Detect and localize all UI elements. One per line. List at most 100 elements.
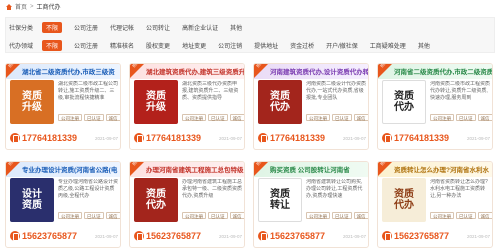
thumbnail-line-1: 资质 xyxy=(22,91,42,102)
card-description: 河南省资质转让怎么办理?水利水电工程施工资质转让,另一种办法 xyxy=(430,179,488,199)
card-description: 专业办理河南省公路设计资质乙级,公路工程设计资质丙级,全程代办 xyxy=(58,179,118,199)
post-date: 2021-09-07 xyxy=(218,135,242,141)
filter-option[interactable]: 公司注销 xyxy=(218,41,242,50)
filter-option[interactable]: 地址变更 xyxy=(182,41,206,50)
thumbnail-line-1: 资质 xyxy=(270,91,290,102)
filter-option[interactable]: 高新企业认证 xyxy=(182,23,218,32)
post-date: 2021-09-07 xyxy=(218,233,242,239)
card-tags: 公司注册 已认证 诚信 xyxy=(430,212,492,219)
thumbnail-line-2: 资质 xyxy=(22,200,42,211)
filter-option[interactable]: 精准核名 xyxy=(110,41,134,50)
phone-number[interactable]: 17764181339 xyxy=(270,133,325,143)
card-description: 河南资质二级市政工程资质代办转让,资质升二级资质,快速办理,服务周到 xyxy=(430,81,490,101)
tag-trusted: 诚信 xyxy=(229,212,244,219)
phone-icon xyxy=(258,231,268,241)
tag-verified: 已认证 xyxy=(84,212,104,219)
filter-option[interactable]: 提供地址 xyxy=(254,41,278,50)
card-title[interactable]: 湖北省二级资质代办,市政三级资 xyxy=(20,68,120,77)
filter-option-unlimited[interactable]: 不限 xyxy=(42,39,63,51)
phone-icon xyxy=(134,231,144,241)
card-tags: 公司注册 已认证 诚信 xyxy=(58,212,120,219)
filter-row-domain: 代办领域 不限 公司注册 精准核名 股权变更 地址变更 公司注销 提供地址 资金… xyxy=(6,36,494,54)
post-date: 2021-09-07 xyxy=(466,233,490,239)
card-description: 湖北资质三级代办资质申报,建筑资质升二、三级资质、资质提供指导 xyxy=(182,81,239,101)
card-body: 资质 代办 河南省资质转让怎么办理?水利水电工程施工资质转让,另一种办法 公司注… xyxy=(382,178,492,224)
thumbnail-line-2: 代办 xyxy=(394,200,414,211)
card-thumbnail[interactable]: 资质 代办 xyxy=(382,80,426,124)
phone-icon xyxy=(382,231,392,241)
filter-option[interactable]: 其他 xyxy=(418,41,430,50)
service-card[interactable]: 热门 湖北建筑资质代办,建筑三级资质升 资质 升级 湖北资质三级代办资质申报,建… xyxy=(129,63,245,150)
card-title[interactable]: 河南建筑资质代办,设计资质代办转让 xyxy=(268,68,368,77)
service-card[interactable]: 热门 河南建筑资质代办,设计资质代办转让 资质 代办 河南资质二级设计代办资质代… xyxy=(253,63,369,150)
card-body: 资质 转让 河南省建筑转让公司购买,办理公司转让,工程资质代办,资质办理快速 公… xyxy=(258,178,368,224)
filter-option[interactable]: 资金过桥 xyxy=(290,41,314,50)
phone-number[interactable]: 15623765877 xyxy=(146,231,201,241)
card-header: 热门 河南省二级资质代办,市政二级资质代 xyxy=(378,64,492,79)
tag-trusted: 诚信 xyxy=(477,114,492,121)
phone-number[interactable]: 17764181339 xyxy=(394,133,449,143)
tag-trusted: 诚信 xyxy=(477,212,492,219)
card-thumbnail[interactable]: 资质 代办 xyxy=(134,178,178,222)
card-body: 资质 升级 湖北资质三级代办资质申报,建筑资质升二、三级资质、资质提供指导 公司… xyxy=(134,80,244,126)
thumbnail-line-2: 代办 xyxy=(270,102,290,113)
tag-trusted: 诚信 xyxy=(105,114,120,121)
card-title[interactable]: 办理河南省建筑工程施工总包特级 xyxy=(144,166,244,175)
card-header: 热门 专业办理设计资质(河南省公路(电 xyxy=(6,162,120,177)
thumbnail-line-2: 代办 xyxy=(146,200,166,211)
card-title[interactable]: 专业办理设计资质(河南省公路(电 xyxy=(20,166,120,175)
phone-number[interactable]: 17764181339 xyxy=(22,133,77,143)
tag-verified: 已认证 xyxy=(208,212,228,219)
filter-option[interactable]: 代理记帐 xyxy=(110,23,134,32)
service-card[interactable]: 热门 资质转让怎么办理?河南省水利水 资质 代办 河南省资质转让怎么办理?水利水… xyxy=(377,161,493,248)
phone-icon xyxy=(10,231,20,241)
tag-company-registration: 公司注册 xyxy=(430,114,454,121)
filter-option[interactable]: 股权变更 xyxy=(146,41,170,50)
phone-number[interactable]: 15623765877 xyxy=(394,231,449,241)
filter-label: 代办领域 xyxy=(9,43,34,50)
card-header: 热门 湖北建筑资质代办,建筑三级资质升 xyxy=(130,64,244,79)
tag-verified: 已认证 xyxy=(332,114,352,121)
card-title[interactable]: 湖北建筑资质代办,建筑三级资质升 xyxy=(144,68,244,77)
service-card[interactable]: 热门 专业办理设计资质(河南省公路(电 设计 资质 专业办理河南省公路设计资质乙… xyxy=(5,161,121,248)
card-thumbnail[interactable]: 资质 转让 xyxy=(258,178,302,222)
card-thumbnail[interactable]: 资质 升级 xyxy=(134,80,178,124)
breadcrumb-home-link[interactable]: 首页 xyxy=(15,2,27,11)
tag-verified: 已认证 xyxy=(456,212,476,219)
filter-option[interactable]: 公司注册 xyxy=(74,23,98,32)
card-thumbnail[interactable]: 资质 升级 xyxy=(10,80,54,124)
card-thumbnail[interactable]: 资质 代办 xyxy=(382,178,426,222)
tag-company-registration: 公司注册 xyxy=(430,212,454,219)
service-card[interactable]: 热门 河南省二级资质代办,市政二级资质代 资质 代办 河南资质二级市政工程资质代… xyxy=(377,63,493,150)
breadcrumb: 首页 > 工商代办 xyxy=(6,2,61,11)
post-date: 2021-09-07 xyxy=(342,233,366,239)
card-thumbnail[interactable]: 设计 资质 xyxy=(10,178,54,222)
phone-number[interactable]: 15623765877 xyxy=(270,231,325,241)
card-tags: 公司注册 已认证 诚信 xyxy=(182,212,244,219)
service-card[interactable]: 热门 购买资质 公司股转让河南省 资质 转让 河南省建筑转让公司购买,办理公司转… xyxy=(253,161,369,248)
card-description: 河南资质二级设计代办资质代办,一站式代办资质,省级报批,专业团队 xyxy=(306,81,366,101)
filter-option[interactable]: 工商疑难处理 xyxy=(370,41,406,50)
card-title[interactable]: 购买资质 公司股转让河南省 xyxy=(268,166,368,175)
card-title[interactable]: 资质转让怎么办理?河南省水利水 xyxy=(392,166,492,175)
filter-option[interactable]: 公司注册 xyxy=(74,41,98,50)
filter-option[interactable]: 其他 xyxy=(230,23,242,32)
card-tags: 公司注册 已认证 诚信 xyxy=(430,114,492,121)
thumbnail-line-1: 资质 xyxy=(394,91,414,102)
tag-verified: 已认证 xyxy=(456,114,476,121)
filter-option-unlimited[interactable]: 不限 xyxy=(42,21,63,33)
thumbnail-line-1: 资质 xyxy=(394,189,414,200)
card-title[interactable]: 河南省二级资质代办,市政二级资质代 xyxy=(392,68,492,77)
phone-number[interactable]: 15623765877 xyxy=(22,231,77,241)
card-description: 湖北资质二级市政工程公司转让,施工资质升级二、三级,审批流程快捷精准 xyxy=(58,81,118,101)
phone-number[interactable]: 17764181339 xyxy=(146,133,201,143)
post-date: 2021-09-07 xyxy=(94,135,118,141)
thumbnail-line-1: 资质 xyxy=(270,189,290,200)
service-card[interactable]: 热门 办理河南省建筑工程施工总包特级 资质 代办 办理河南省建筑工程施工总承包特… xyxy=(129,161,245,248)
post-date: 2021-09-07 xyxy=(342,135,366,141)
filter-option[interactable]: 公司转让 xyxy=(146,23,170,32)
service-card[interactable]: 热门 湖北省二级资质代办,市政三级资 资质 升级 湖北资质二级市政工程公司转让,… xyxy=(5,63,121,150)
filter-option[interactable]: 开户/撤社保 xyxy=(326,41,358,50)
card-thumbnail[interactable]: 资质 代办 xyxy=(258,80,302,124)
tag-trusted: 诚信 xyxy=(353,114,368,121)
